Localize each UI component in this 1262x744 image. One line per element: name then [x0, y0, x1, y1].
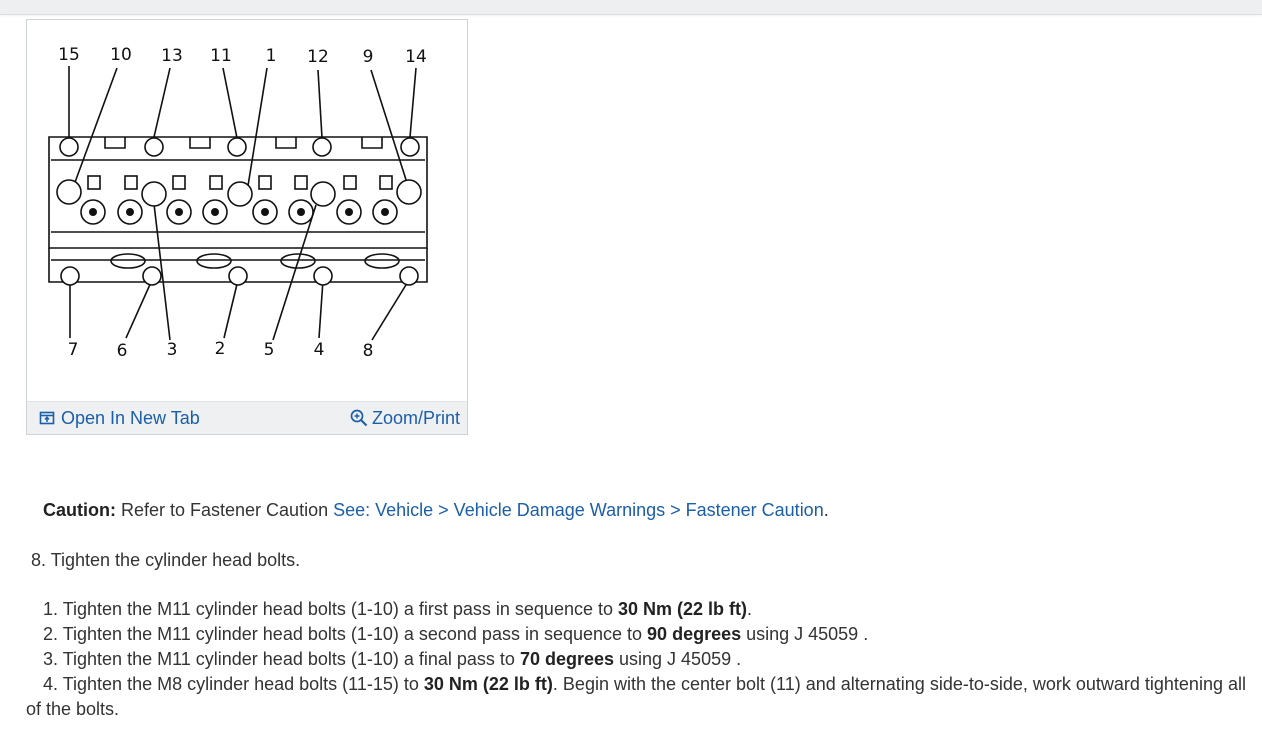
bolt-label-14: 14 — [405, 47, 427, 67]
figure-card: 15 10 13 11 1 12 9 14 7 6 3 2 5 4 8 Open… — [26, 19, 468, 435]
substep-list: 1. Tighten the M11 cylinder head bolts (… — [26, 597, 1246, 722]
step-8: 8. Tighten the cylinder head bolts. — [31, 550, 301, 570]
substep-tail: . — [747, 599, 753, 619]
cylinder-head-diagram: 15 10 13 11 1 12 9 14 7 6 3 2 5 4 8 — [48, 45, 428, 361]
substep-text: Tighten the M8 cylinder head bolts (11-1… — [58, 674, 424, 694]
bolt-label-8: 8 — [363, 341, 374, 361]
caution-label: Caution: — [43, 500, 116, 520]
bolt-label-15: 15 — [58, 45, 80, 65]
substep-text: Tighten the M11 cylinder head bolts (1-1… — [58, 599, 618, 619]
substep-number: 2. — [43, 624, 59, 644]
figure-footer: Open In New Tab Zoom/Print — [27, 401, 467, 434]
open-in-new-tab-link[interactable]: Open In New Tab — [39, 407, 200, 429]
bolt-label-4: 4 — [314, 340, 325, 360]
bolt-label-5: 5 — [264, 340, 275, 360]
substep-item: 2. Tighten the M11 cylinder head bolts (… — [26, 622, 1246, 647]
substep-item: 1. Tighten the M11 cylinder head bolts (… — [26, 597, 1246, 622]
zoom-in-icon — [350, 409, 368, 427]
substep-torque: 30 Nm (22 lb ft) — [423, 674, 553, 694]
bolt-label-11: 11 — [210, 46, 232, 66]
open-in-new-tab-icon — [39, 411, 55, 425]
substep-tail: using J 45059 . — [614, 649, 742, 669]
substep-tail: using J 45059 . — [741, 624, 869, 644]
substep-text: Tighten the M11 cylinder head bolts (1-1… — [58, 649, 520, 669]
zoom-print-label: Zoom/Print — [371, 408, 460, 428]
substep-number: 1. — [43, 599, 59, 619]
substep-number: 4. — [43, 674, 59, 694]
bolt-label-6: 6 — [117, 341, 128, 361]
substep-angle: 70 degrees — [519, 649, 615, 669]
fastener-caution-link[interactable]: See: Vehicle > Vehicle Damage Warnings >… — [333, 500, 824, 520]
bolt-label-1: 1 — [266, 46, 277, 66]
bolt-label-2: 2 — [215, 339, 226, 359]
caution-text: Refer to Fastener Caution — [115, 500, 334, 520]
bolt-label-9: 9 — [363, 47, 374, 67]
bolt-label-13: 13 — [161, 46, 183, 66]
top-toolbar-strip — [0, 0, 1262, 15]
substep-item: 3. Tighten the M11 cylinder head bolts (… — [26, 647, 1246, 672]
substep-torque: 30 Nm (22 lb ft) — [618, 599, 748, 619]
substep-text: Tighten the M11 cylinder head bolts (1-1… — [58, 624, 648, 644]
substep-item: 4. Tighten the M8 cylinder head bolts (1… — [26, 672, 1246, 722]
substep-number: 3. — [43, 649, 59, 669]
substep-angle: 90 degrees — [647, 624, 742, 644]
bolt-label-12: 12 — [307, 47, 329, 67]
bolt-label-3: 3 — [167, 340, 178, 360]
open-in-new-tab-label: Open In New Tab — [61, 408, 200, 428]
bolt-label-7: 7 — [68, 340, 79, 360]
caution-note: Caution: Refer to Fastener Caution See: … — [43, 498, 829, 522]
caution-end: . — [823, 500, 829, 520]
zoom-print-link[interactable]: Zoom/Print — [350, 407, 460, 429]
bolt-label-10: 10 — [110, 45, 132, 65]
